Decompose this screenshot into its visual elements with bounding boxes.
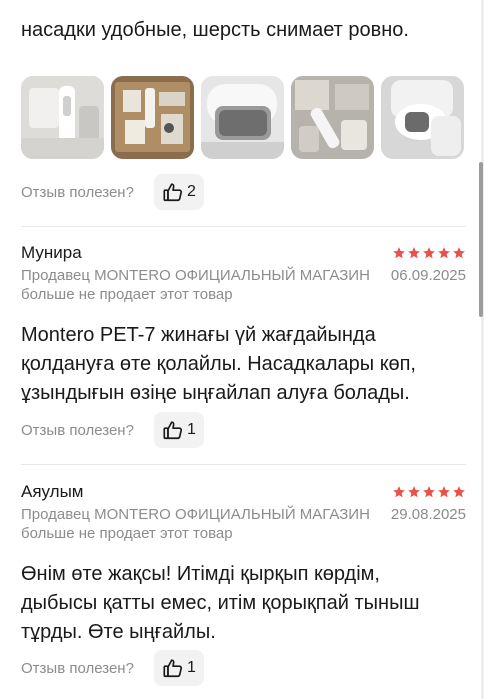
review-photo[interactable] <box>201 76 284 159</box>
seller-name: Продавец MONTERO ОФИЦИАЛЬНЫЙ МАГАЗИН <box>21 267 370 284</box>
thumbs-up-icon <box>163 421 183 440</box>
review-photo[interactable] <box>381 76 464 159</box>
star-rating <box>392 246 466 260</box>
star-icon <box>438 486 450 498</box>
thumbs-up-icon <box>163 183 183 202</box>
helpful-label: Отзыв полезен? <box>21 421 134 439</box>
scrollbar[interactable] <box>479 162 483 317</box>
review-photo[interactable] <box>291 76 374 159</box>
star-icon <box>423 247 435 259</box>
divider <box>21 464 466 465</box>
like-count: 1 <box>186 659 196 676</box>
helpful-row: Отзыв полезен? 2 <box>21 174 204 210</box>
star-rating <box>392 485 466 499</box>
review-photos <box>21 76 464 159</box>
star-icon <box>408 486 420 498</box>
star-icon <box>438 247 450 259</box>
review-text: Montero PET-7 жинағы үй жағдайында қолда… <box>21 324 416 404</box>
star-icon <box>453 486 465 498</box>
review-date: 06.09.2025 <box>390 267 466 284</box>
seller-note: больше не продает этот товар <box>21 525 233 542</box>
like-count: 1 <box>186 421 196 438</box>
review-text: насадки удобные, шерсть снимает ровно. <box>21 19 409 41</box>
star-icon <box>453 247 465 259</box>
helpful-label: Отзыв полезен? <box>21 183 134 201</box>
thumbs-up-icon <box>163 659 183 678</box>
review-text: Өнім өте жақсы! Итімді қырқып көрдім, ды… <box>21 563 420 643</box>
like-button[interactable]: 1 <box>153 650 204 686</box>
helpful-label: Отзыв полезен? <box>21 659 134 677</box>
divider <box>21 226 466 227</box>
review-photo[interactable] <box>21 76 104 159</box>
star-icon <box>408 247 420 259</box>
seller-name: Продавец MONTERO ОФИЦИАЛЬНЫЙ МАГАЗИН <box>21 506 370 523</box>
review-author: Аяулым <box>21 482 84 501</box>
helpful-row: Отзыв полезен? 1 <box>21 650 204 686</box>
helpful-row: Отзыв полезен? 1 <box>21 412 204 448</box>
vacuum-photo-1-icon <box>21 76 104 159</box>
star-icon <box>423 486 435 498</box>
vacuum-handheld-photo-icon <box>381 76 464 159</box>
like-count: 2 <box>186 183 196 200</box>
vacuum-accessories-photo-icon <box>111 76 194 159</box>
like-button[interactable]: 2 <box>153 174 204 210</box>
star-icon <box>393 247 405 259</box>
review-photo[interactable] <box>111 76 194 159</box>
review-date: 29.08.2025 <box>390 506 466 523</box>
vacuum-dust-container-photo-icon <box>201 76 284 159</box>
seller-note: больше не продает этот товар <box>21 286 233 303</box>
vacuum-attachments-photo-icon <box>291 76 374 159</box>
star-icon <box>393 486 405 498</box>
review-author: Мунира <box>21 243 82 262</box>
like-button[interactable]: 1 <box>153 412 204 448</box>
